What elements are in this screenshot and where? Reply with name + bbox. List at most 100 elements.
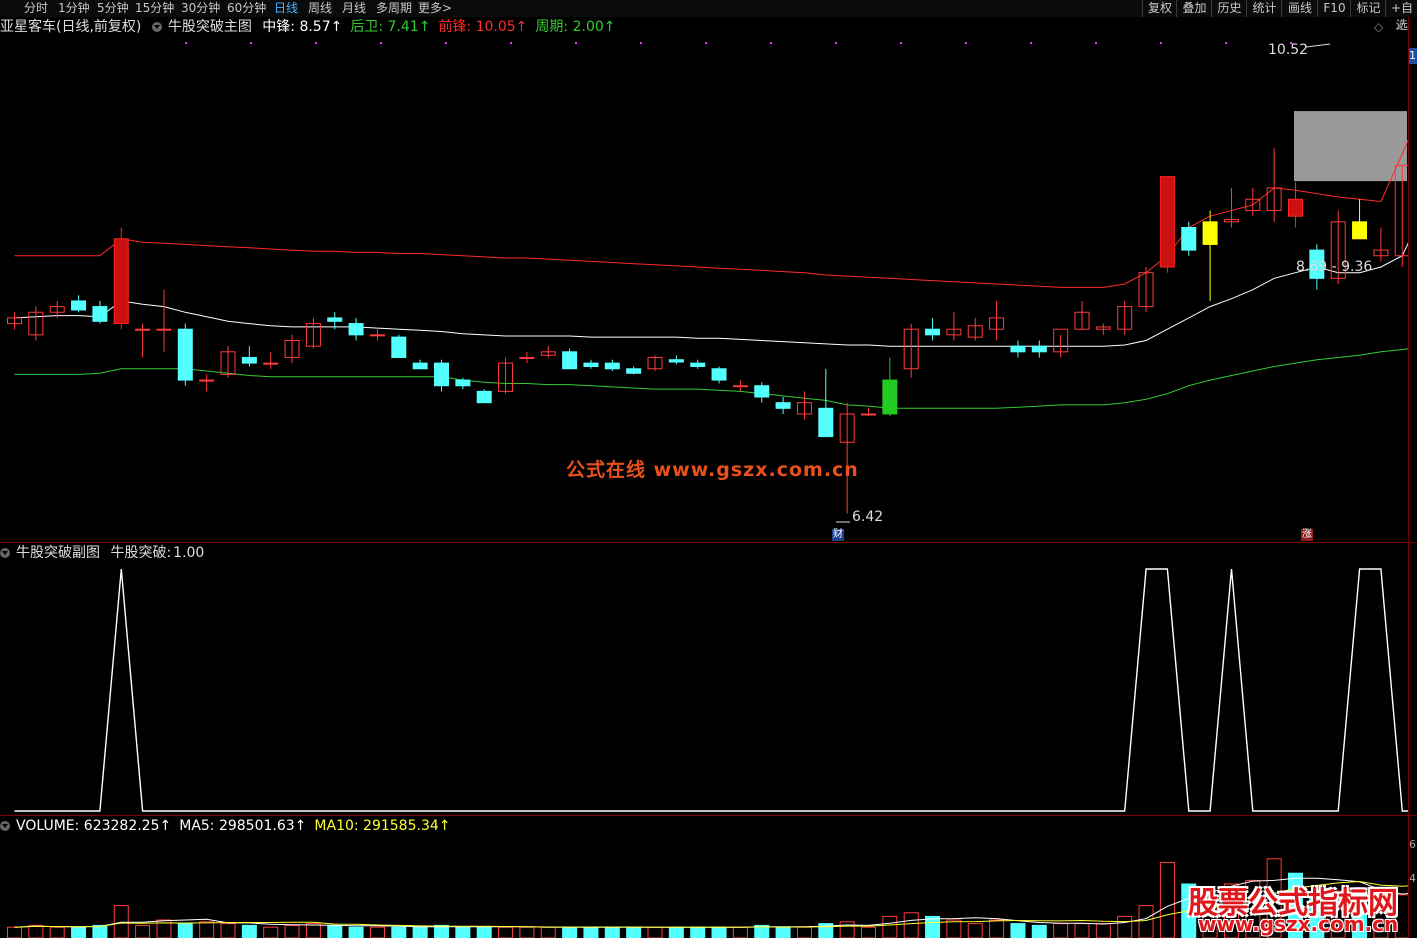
low-price-label: 6.42	[852, 509, 884, 525]
candle-body	[1031, 345, 1047, 353]
volume-bar	[690, 926, 706, 938]
volume-bar	[1031, 924, 1047, 938]
volume-bar	[1138, 905, 1154, 938]
candle-body	[412, 362, 428, 370]
period-tab-3[interactable]: 15分钟	[135, 0, 174, 17]
toolbar-button-0[interactable]: 复权	[1142, 0, 1177, 17]
volume-bar	[177, 923, 193, 938]
volume-bar	[284, 924, 300, 938]
candle-body	[1352, 221, 1368, 240]
volume-bar	[455, 926, 471, 938]
candle-body	[135, 328, 151, 331]
signal-dot	[965, 42, 967, 44]
volume-bar	[796, 926, 812, 938]
volume-bar	[583, 926, 599, 938]
volume-bar	[775, 926, 791, 938]
volume-bar	[1095, 923, 1111, 938]
candle-body	[626, 368, 642, 374]
signal-dot	[380, 42, 382, 44]
period-tab-1[interactable]: 1分钟	[58, 0, 90, 17]
signal-dot	[1030, 42, 1032, 44]
toolbar-button-7[interactable]: +自选	[1385, 0, 1417, 32]
period-tab-0[interactable]: 分时	[24, 0, 48, 17]
breakout-signal-line	[14, 568, 1408, 812]
period-tab-10[interactable]: 更多>	[418, 0, 452, 17]
volume-bar	[604, 926, 620, 938]
limit-up-badge[interactable]: 涨	[1301, 529, 1313, 541]
period-tab-6[interactable]: 日线	[274, 0, 298, 17]
candle-body	[690, 362, 706, 368]
signal-dot	[640, 42, 642, 44]
volume-bar	[903, 912, 919, 938]
signal-dot	[835, 42, 837, 44]
candle-body	[583, 362, 599, 368]
candle-body	[177, 328, 193, 381]
period-tab-7[interactable]: 周线	[308, 0, 332, 17]
volume-bar	[28, 924, 44, 938]
signal-dot	[770, 42, 772, 44]
period-tab-8[interactable]: 月线	[342, 0, 366, 17]
toolbar-button-1[interactable]: 叠加	[1176, 0, 1212, 17]
candle-body	[562, 351, 578, 370]
volume-bar	[967, 923, 983, 938]
candle-body	[476, 390, 492, 404]
signal-dot	[1160, 42, 1162, 44]
candle-body	[92, 306, 108, 322]
toolbar-button-5[interactable]: F10	[1317, 0, 1351, 17]
ma-green-line	[14, 348, 1408, 409]
volume-bar	[135, 924, 151, 938]
volume-bar	[1010, 923, 1026, 938]
volume-bar	[263, 926, 279, 938]
toolbar-button-3[interactable]: 统计	[1246, 0, 1282, 17]
candle-body	[241, 356, 257, 364]
candle-body	[434, 362, 449, 387]
period-toolbar: 分时 1分钟 5分钟 15分钟 30分钟 60分钟 日线 周线 月线 多周期 更多> 复权 叠加 历史 统计…	[0, 0, 1417, 32]
volume-bar	[562, 926, 578, 938]
volume-bar	[647, 926, 663, 938]
candle-body	[369, 334, 385, 337]
volume-bar	[7, 926, 22, 938]
volume-bar	[946, 919, 962, 938]
signal-dot	[445, 42, 447, 44]
toolbar-button-4[interactable]: 画线	[1281, 0, 1318, 17]
signal-dot	[900, 42, 902, 44]
watermark-text: 公式在线 www.gszx.com.cn	[566, 459, 859, 481]
candle-body	[754, 385, 770, 398]
ma-red-line	[14, 139, 1408, 288]
period-tab-2[interactable]: 5分钟	[97, 0, 129, 17]
high-price-label: 10.52	[1268, 42, 1309, 58]
volume-bar	[199, 921, 215, 938]
volume-bar	[540, 926, 556, 938]
volume-bar	[327, 924, 343, 938]
volume-bar	[1053, 923, 1069, 938]
candle-body	[1181, 226, 1197, 251]
signal-dot	[1095, 42, 1097, 44]
candle-body	[391, 336, 407, 358]
volume-bar	[519, 926, 535, 938]
signal-dot	[510, 42, 512, 44]
volume-bar	[668, 926, 684, 938]
candle-body	[1202, 221, 1218, 245]
candle-body	[519, 356, 535, 359]
candle-body	[775, 402, 791, 409]
toolbar-button-6[interactable]: 标记	[1350, 0, 1386, 17]
candle-body	[199, 379, 215, 382]
candle-body	[71, 300, 87, 311]
toolbar-button-2[interactable]: 历史	[1211, 0, 1247, 17]
volume-bar	[1117, 915, 1133, 938]
period-tab-5[interactable]: 60分钟	[227, 0, 266, 17]
period-tab-4[interactable]: 30分钟	[181, 0, 220, 17]
resistance-zone	[1294, 111, 1407, 182]
period-tab-9[interactable]: 多周期	[376, 0, 412, 17]
high-marker-line	[1305, 43, 1331, 48]
signal-dot	[185, 42, 187, 44]
volume-bar	[412, 926, 428, 938]
candle-body	[668, 359, 684, 363]
right-side-tag[interactable]: 1	[1409, 48, 1417, 64]
volume-bar	[839, 921, 855, 938]
signal-dot	[1225, 42, 1227, 44]
volume-bar	[49, 926, 65, 938]
volume-bar	[882, 915, 898, 938]
finance-badge[interactable]: 财	[832, 529, 844, 541]
volume-axis-label: 6	[1409, 838, 1416, 851]
